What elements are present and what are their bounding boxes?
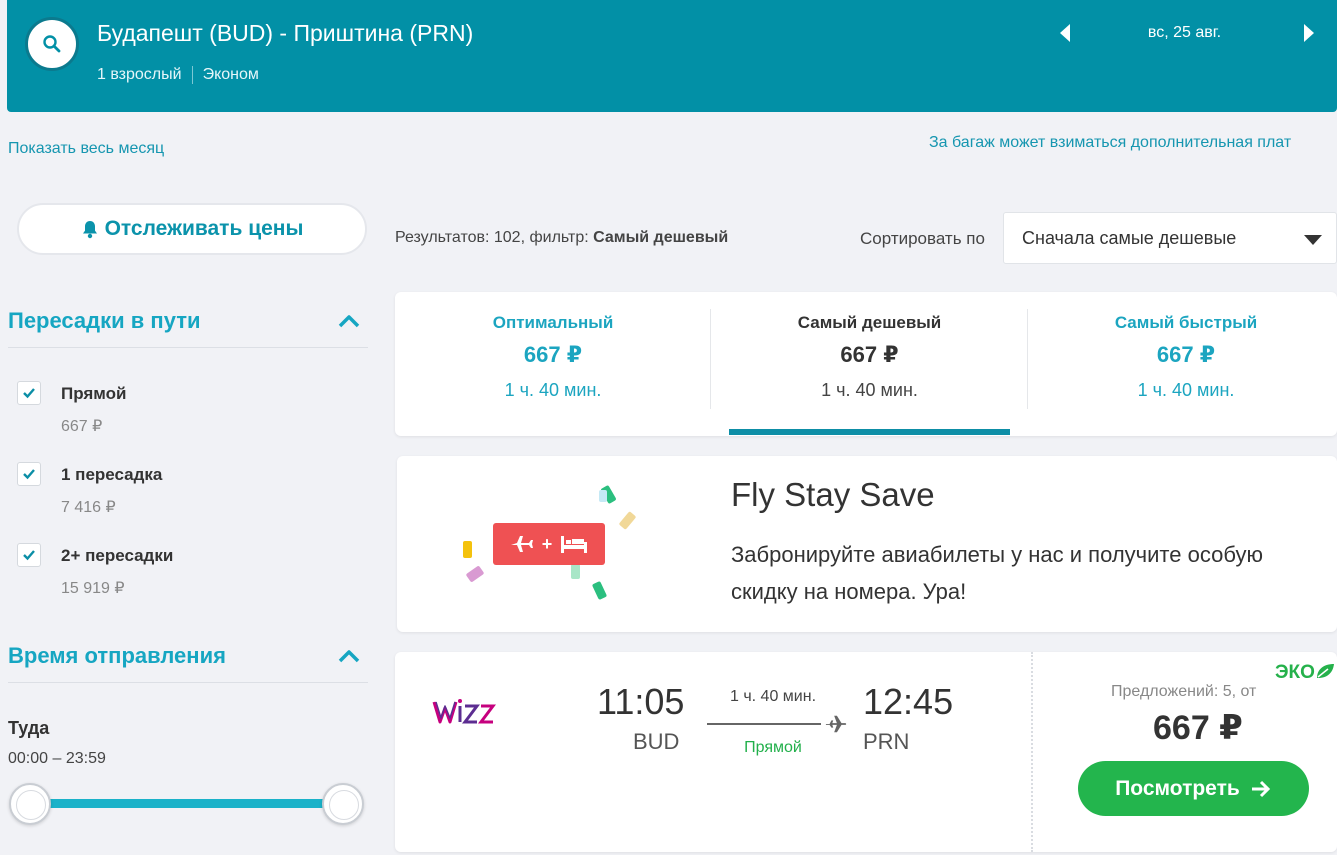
departure-airport: BUD	[633, 729, 680, 754]
results-summary: Результатов: 102, фильтр: Самый дешевый	[395, 229, 728, 247]
arrival-airport: PRN	[863, 729, 910, 754]
arrow-right-icon	[1251, 780, 1270, 797]
divider	[191, 66, 193, 84]
flight-result-card[interactable]: 11:05 BUD 1 ч. 40 мин. Прямой 12:45 PRN …	[395, 652, 1337, 852]
search-icon	[43, 35, 61, 53]
show-month-link[interactable]: Показать весь месяц	[8, 140, 164, 158]
flight-price: 667 ₽	[1153, 709, 1243, 747]
sort-label: Сортировать по	[860, 229, 985, 248]
tab-price: 667 ₽	[1156, 342, 1216, 367]
stop-option-price: 7 416 ₽	[61, 499, 116, 516]
prev-date-button[interactable]	[1060, 24, 1070, 42]
tab-title: Самый дешевый	[797, 313, 942, 332]
two-plus-stops-checkbox[interactable]	[17, 543, 41, 567]
active-tab-indicator	[729, 429, 1010, 435]
caret-left-icon	[1060, 24, 1070, 42]
stop-option-label[interactable]: 1 пересадка	[61, 465, 162, 485]
flight-hotel-badge: +	[493, 523, 605, 565]
view-button-label: Посмотреть	[1115, 776, 1240, 800]
slider-end-handle[interactable]	[322, 783, 364, 825]
track-prices-button[interactable]: Отслеживать цены	[17, 203, 367, 255]
caret-down-icon	[1304, 235, 1322, 245]
departure-time: 11:05	[597, 681, 685, 722]
route-line	[707, 723, 821, 725]
search-button[interactable]	[25, 17, 79, 71]
tab-title: Оптимальный	[492, 313, 614, 332]
collapse-departure-button[interactable]	[338, 649, 360, 668]
tab-fastest[interactable]: Самый быстрый 667 ₽ 1 ч. 40 мин.	[1028, 292, 1337, 436]
ticket-divider	[1031, 652, 1033, 852]
check-icon	[23, 550, 35, 561]
check-icon	[23, 388, 35, 399]
direction-label: Туда	[8, 718, 50, 738]
offers-count: Предложений: 5, от	[1111, 683, 1257, 700]
bell-icon	[82, 221, 97, 239]
time-range: 00:00 – 23:59	[8, 750, 106, 767]
wizz-air-logo	[432, 699, 496, 724]
tab-cheapest[interactable]: Самый дешевый 667 ₽ 1 ч. 40 мин.	[711, 292, 1028, 436]
next-date-button[interactable]	[1304, 24, 1314, 42]
passenger-count: 1 взрослый	[97, 66, 182, 84]
fly-stay-save-promo[interactable]: + Fly Stay Save Забронируйте авиабилеты …	[397, 456, 1337, 632]
stops-filter-title[interactable]: Пересадки в пути	[8, 308, 201, 334]
confetti-decoration	[463, 541, 472, 558]
route-title[interactable]: Будапешт (BUD) - Приштина (PRN)	[97, 20, 473, 47]
promo-description: Забронируйте авиабилеты у нас и получите…	[731, 542, 1263, 604]
tab-title: Самый быстрый	[1114, 313, 1258, 332]
leaf-icon	[1316, 664, 1334, 678]
tab-price: 667 ₽	[840, 342, 899, 367]
tab-duration: 1 ч. 40 мин.	[821, 380, 918, 400]
slider-start-handle[interactable]	[9, 783, 51, 825]
confetti-decoration	[571, 564, 580, 579]
view-flight-button[interactable]: Посмотреть	[1078, 761, 1309, 816]
stop-option-price: 15 919 ₽	[61, 580, 125, 597]
results-count: Результатов: 102, фильтр:	[395, 229, 589, 246]
caret-right-icon	[1304, 24, 1314, 42]
bed-icon	[561, 536, 588, 553]
search-header: Будапешт (BUD) - Приштина (PRN) 1 взросл…	[7, 0, 1337, 112]
travel-date[interactable]: вс, 25 авг.	[1107, 24, 1262, 42]
active-filter: Самый дешевый	[593, 229, 729, 246]
one-stop-checkbox[interactable]	[17, 462, 41, 486]
arrival-time: 12:45	[863, 681, 954, 722]
sort-select[interactable]: Сначала самые дешевые	[1003, 212, 1337, 264]
plus-sign: +	[541, 533, 553, 554]
stop-option-label[interactable]: 2+ пересадки	[61, 546, 173, 566]
flight-duration: 1 ч. 40 мин.	[729, 688, 817, 705]
eco-badge: ЭКО	[1275, 662, 1335, 684]
tab-duration: 1 ч. 40 мин.	[504, 380, 602, 400]
eco-label: ЭКО	[1275, 662, 1315, 683]
airplane-icon	[825, 713, 847, 740]
promo-title: Fly Stay Save	[731, 476, 935, 513]
sort-tabs: Оптимальный 667 ₽ 1 ч. 40 мин. Самый деш…	[395, 292, 1337, 436]
sort-selected-value: Сначала самые дешевые	[1022, 228, 1237, 248]
direct-checkbox[interactable]	[17, 381, 41, 405]
check-icon	[23, 469, 35, 480]
confetti-decoration	[618, 511, 637, 530]
divider	[8, 347, 368, 348]
chevron-up-icon	[338, 650, 360, 663]
confetti-decoration	[591, 580, 608, 601]
airline-logo	[431, 694, 503, 733]
departure-time-filter-title[interactable]: Время отправления	[8, 643, 226, 669]
track-prices-label: Отслеживать цены	[104, 217, 304, 240]
passenger-class-info[interactable]: 1 взрослый Эконом	[97, 66, 259, 84]
collapse-stops-button[interactable]	[338, 314, 360, 333]
tab-optimal[interactable]: Оптимальный 667 ₽ 1 ч. 40 мин.	[395, 292, 711, 436]
stop-option-price: 667 ₽	[61, 418, 103, 435]
confetti-decoration	[599, 490, 607, 502]
chevron-up-icon	[338, 315, 360, 328]
cabin-class: Эконом	[202, 66, 259, 84]
stop-option-label[interactable]: Прямой	[61, 384, 127, 404]
divider	[8, 682, 368, 683]
airplane-icon	[510, 536, 533, 552]
confetti-decoration	[465, 565, 485, 583]
baggage-fee-link[interactable]: За багаж может взиматься дополнительная …	[929, 134, 1291, 152]
stops-info: Прямой	[744, 739, 802, 756]
tab-duration: 1 ч. 40 мин.	[1137, 380, 1235, 400]
time-range-slider[interactable]	[30, 799, 344, 808]
tab-price: 667 ₽	[523, 342, 583, 367]
